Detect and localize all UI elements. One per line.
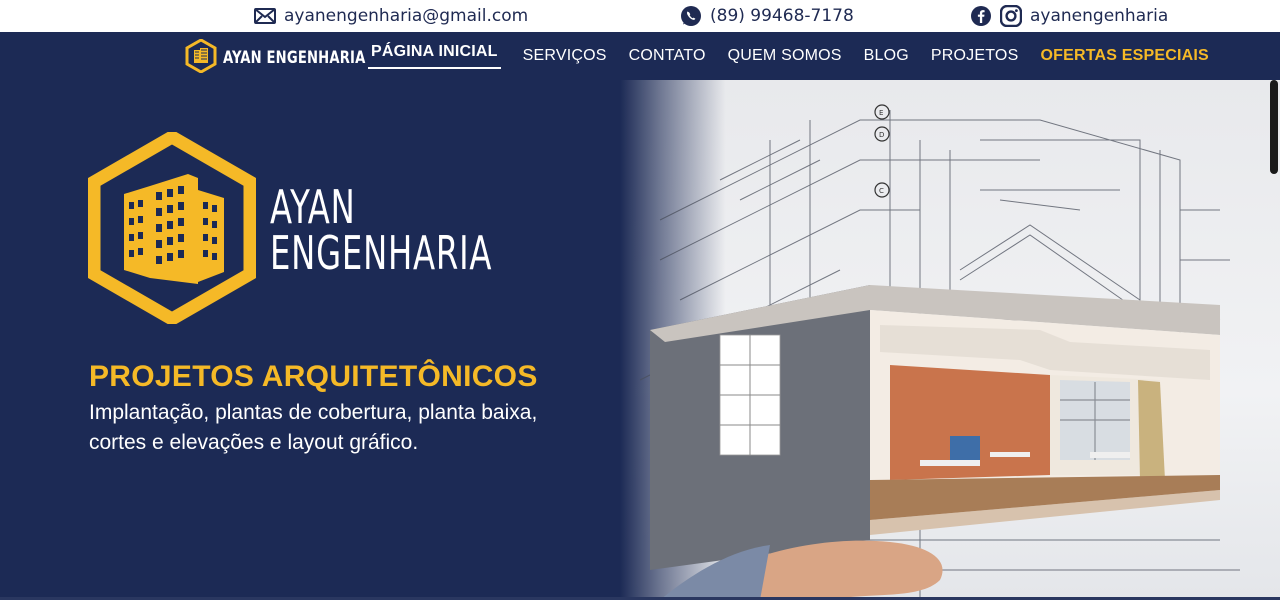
instagram-icon[interactable] [1000, 5, 1022, 27]
hero-architecture-image: EDC CD [620, 80, 1280, 600]
svg-text:D: D [879, 131, 884, 139]
building-logo-icon [185, 38, 217, 77]
page-scrollbar[interactable] [1270, 80, 1278, 174]
brand-logo[interactable]: AYAN ENGENHARIA [185, 38, 389, 77]
nav-about[interactable]: QUEM SOMOS [728, 32, 842, 80]
email-contact[interactable]: ayanengenharia@gmail.com [254, 0, 528, 32]
nav-services[interactable]: SERVIÇOS [523, 32, 607, 80]
whatsapp-icon [680, 5, 702, 27]
hero-banner: EDC CD [0, 80, 1280, 600]
nav-projects[interactable]: PROJETOS [931, 32, 1019, 80]
nav-special-offers[interactable]: OFERTAS ESPECIAIS [1040, 32, 1208, 80]
nav-home[interactable]: PÁGINA INICIAL [368, 32, 501, 80]
hero-title: PROJETOS ARQUITETÔNICOS [89, 360, 538, 393]
svg-text:C: C [879, 187, 884, 195]
nav-blog[interactable]: BLOG [864, 32, 909, 80]
main-navbar: AYAN ENGENHARIA PÁGINA INICIAL SERVIÇOS … [0, 32, 1280, 80]
facebook-icon[interactable] [970, 5, 992, 27]
svg-text:E: E [879, 109, 883, 117]
building-logo-icon [87, 129, 257, 328]
social-handle[interactable]: ayanengenharia [1030, 6, 1168, 26]
mail-icon [254, 8, 276, 24]
nav-contact[interactable]: CONTATO [629, 32, 706, 80]
brand-name: AYAN ENGENHARIA [223, 48, 366, 68]
email-text: ayanengenharia@gmail.com [284, 6, 529, 26]
hero-description: Implantação, plantas de cobertura, plant… [89, 401, 538, 454]
phone-text: (89) 99468-7178 [710, 6, 854, 26]
social-links: ayanengenharia [970, 0, 1168, 32]
hero-logo: AYAN ENGENHARIA [87, 129, 555, 328]
top-contact-bar: ayanengenharia@gmail.com (89) 99468-7178… [0, 0, 1280, 32]
phone-contact[interactable]: (89) 99468-7178 [680, 0, 854, 32]
hero-logo-text: AYAN ENGENHARIA [270, 184, 492, 276]
hero-logo-line2: ENGENHARIA [270, 226, 493, 280]
hero-logo-line1: AYAN [270, 180, 356, 234]
nav-links: PÁGINA INICIAL SERVIÇOS CONTATO QUEM SOM… [368, 32, 1231, 80]
